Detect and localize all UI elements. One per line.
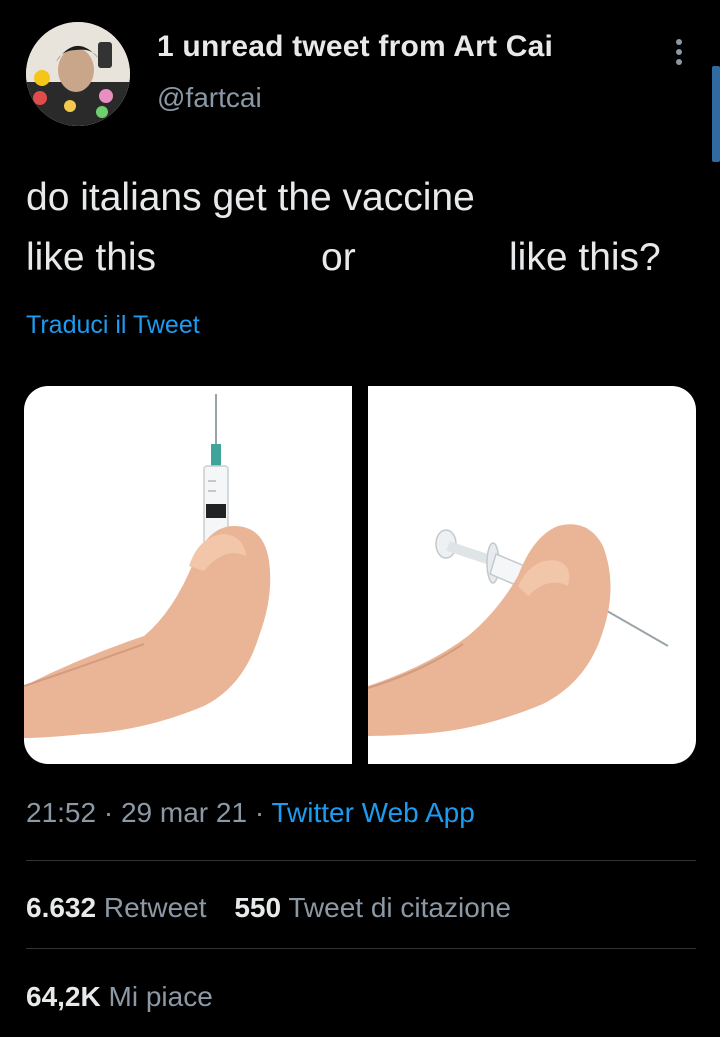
divider: [26, 860, 696, 861]
tweet-text-line-2: like this or like this?: [26, 228, 706, 288]
quotes-count: 550: [234, 892, 282, 923]
more-options-icon[interactable]: [664, 34, 694, 74]
tweet-text-segment-3: like this?: [509, 236, 661, 279]
avatar[interactable]: [26, 22, 130, 126]
likes-label: Mi piace: [108, 981, 213, 1012]
tweet-media: [24, 386, 696, 764]
user-handle[interactable]: @fartcai: [157, 82, 262, 114]
syringe-horizontal-image: [368, 524, 669, 736]
media-image-1[interactable]: [24, 386, 352, 764]
retweets-count: 6.632: [26, 892, 97, 923]
tweet-text-segment-2: or: [321, 236, 356, 279]
syringe-vertical-image: [24, 394, 271, 738]
tweet-time: 21:52: [26, 797, 97, 828]
media-image-2[interactable]: [368, 386, 696, 764]
avatar-image: [26, 22, 130, 126]
notification-title: 1 unread tweet from Art Cai: [157, 30, 554, 63]
tweet-text-segment-1: like this: [26, 236, 157, 279]
likes-stat[interactable]: 64,2K Mi piace: [26, 981, 213, 1012]
tweet-source-link[interactable]: Twitter Web App: [271, 797, 474, 828]
scrollbar[interactable]: [712, 66, 720, 162]
translate-tweet-link[interactable]: Traduci il Tweet: [26, 311, 200, 340]
retweets-label: Retweet: [103, 892, 207, 923]
divider: [26, 948, 696, 949]
tweet-metadata: 21:52 · 29 mar 21 · Twitter Web App: [26, 797, 475, 829]
engagement-stats-row-1: 6.632 Retweet 550 Tweet di citazione: [26, 892, 511, 924]
separator: ·: [254, 797, 265, 828]
quotes-stat[interactable]: 550 Tweet di citazione: [234, 892, 511, 923]
tweet-date: 29 mar 21: [120, 797, 248, 828]
tweet-text: do italians get the vaccine like this or…: [26, 168, 706, 288]
separator: ·: [103, 797, 114, 828]
likes-count: 64,2K: [26, 981, 101, 1012]
tweet-text-line-1: do italians get the vaccine: [26, 176, 475, 219]
engagement-stats-row-2: 64,2K Mi piace: [26, 981, 213, 1013]
quotes-label: Tweet di citazione: [288, 892, 511, 923]
retweets-stat[interactable]: 6.632 Retweet: [26, 892, 214, 923]
